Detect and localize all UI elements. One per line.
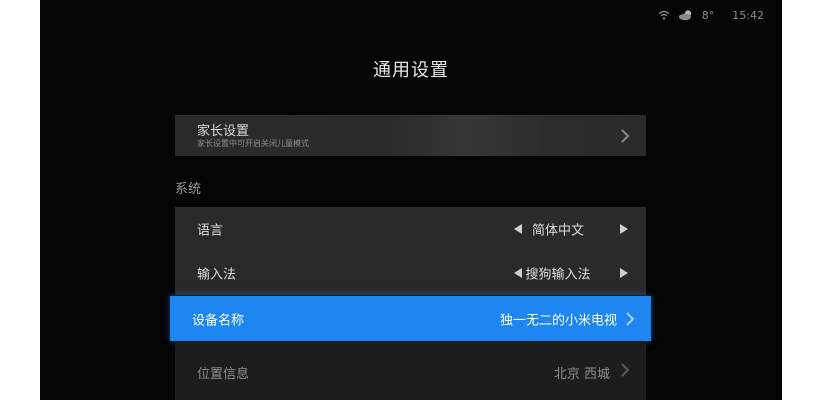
chevron-right-icon: [621, 128, 630, 143]
device-name-row[interactable]: 设备名称 独一无二的小米电视: [170, 296, 651, 341]
tv-settings-screen: 8° 15:42 通用设置 家长设置 家长设置中可开启关闭儿童模式 系统 语言 …: [40, 0, 782, 400]
temperature: 8°: [701, 8, 715, 22]
language-row[interactable]: 语言 简体中文: [175, 207, 646, 251]
device-name-value: 独一无二的小米电视: [499, 313, 617, 328]
parental-settings-title: 家长设置: [197, 124, 250, 139]
input-method-label: 输入法: [197, 267, 237, 283]
arrow-right-icon[interactable]: [620, 224, 628, 234]
clock: 15:42: [732, 8, 764, 22]
wifi-icon: [658, 10, 670, 20]
parental-settings-item[interactable]: 家长设置 家长设置中可开启关闭儿童模式: [175, 115, 646, 156]
language-label: 语言: [197, 223, 224, 239]
chevron-right-icon: [621, 363, 630, 377]
page-title: 通用设置: [373, 60, 449, 81]
chevron-right-icon: [626, 311, 635, 326]
input-method-row[interactable]: 输入法 搜狗输入法: [175, 251, 646, 295]
cloudy-icon: [678, 9, 694, 21]
arrow-right-icon[interactable]: [620, 268, 628, 278]
location-label: 位置信息: [197, 367, 250, 382]
system-section-label: 系统: [175, 182, 202, 197]
parental-settings-subtitle: 家长设置中可开启关闭儿童模式: [197, 139, 309, 148]
status-bar: 8° 15:42: [658, 6, 764, 24]
input-method-value: 搜狗输入法: [525, 267, 591, 283]
device-name-label: 设备名称: [192, 313, 245, 328]
location-row[interactable]: 位置信息 北京 西城: [175, 341, 646, 400]
location-value: 北京 西城: [553, 367, 610, 382]
language-value: 简体中文: [531, 223, 584, 239]
